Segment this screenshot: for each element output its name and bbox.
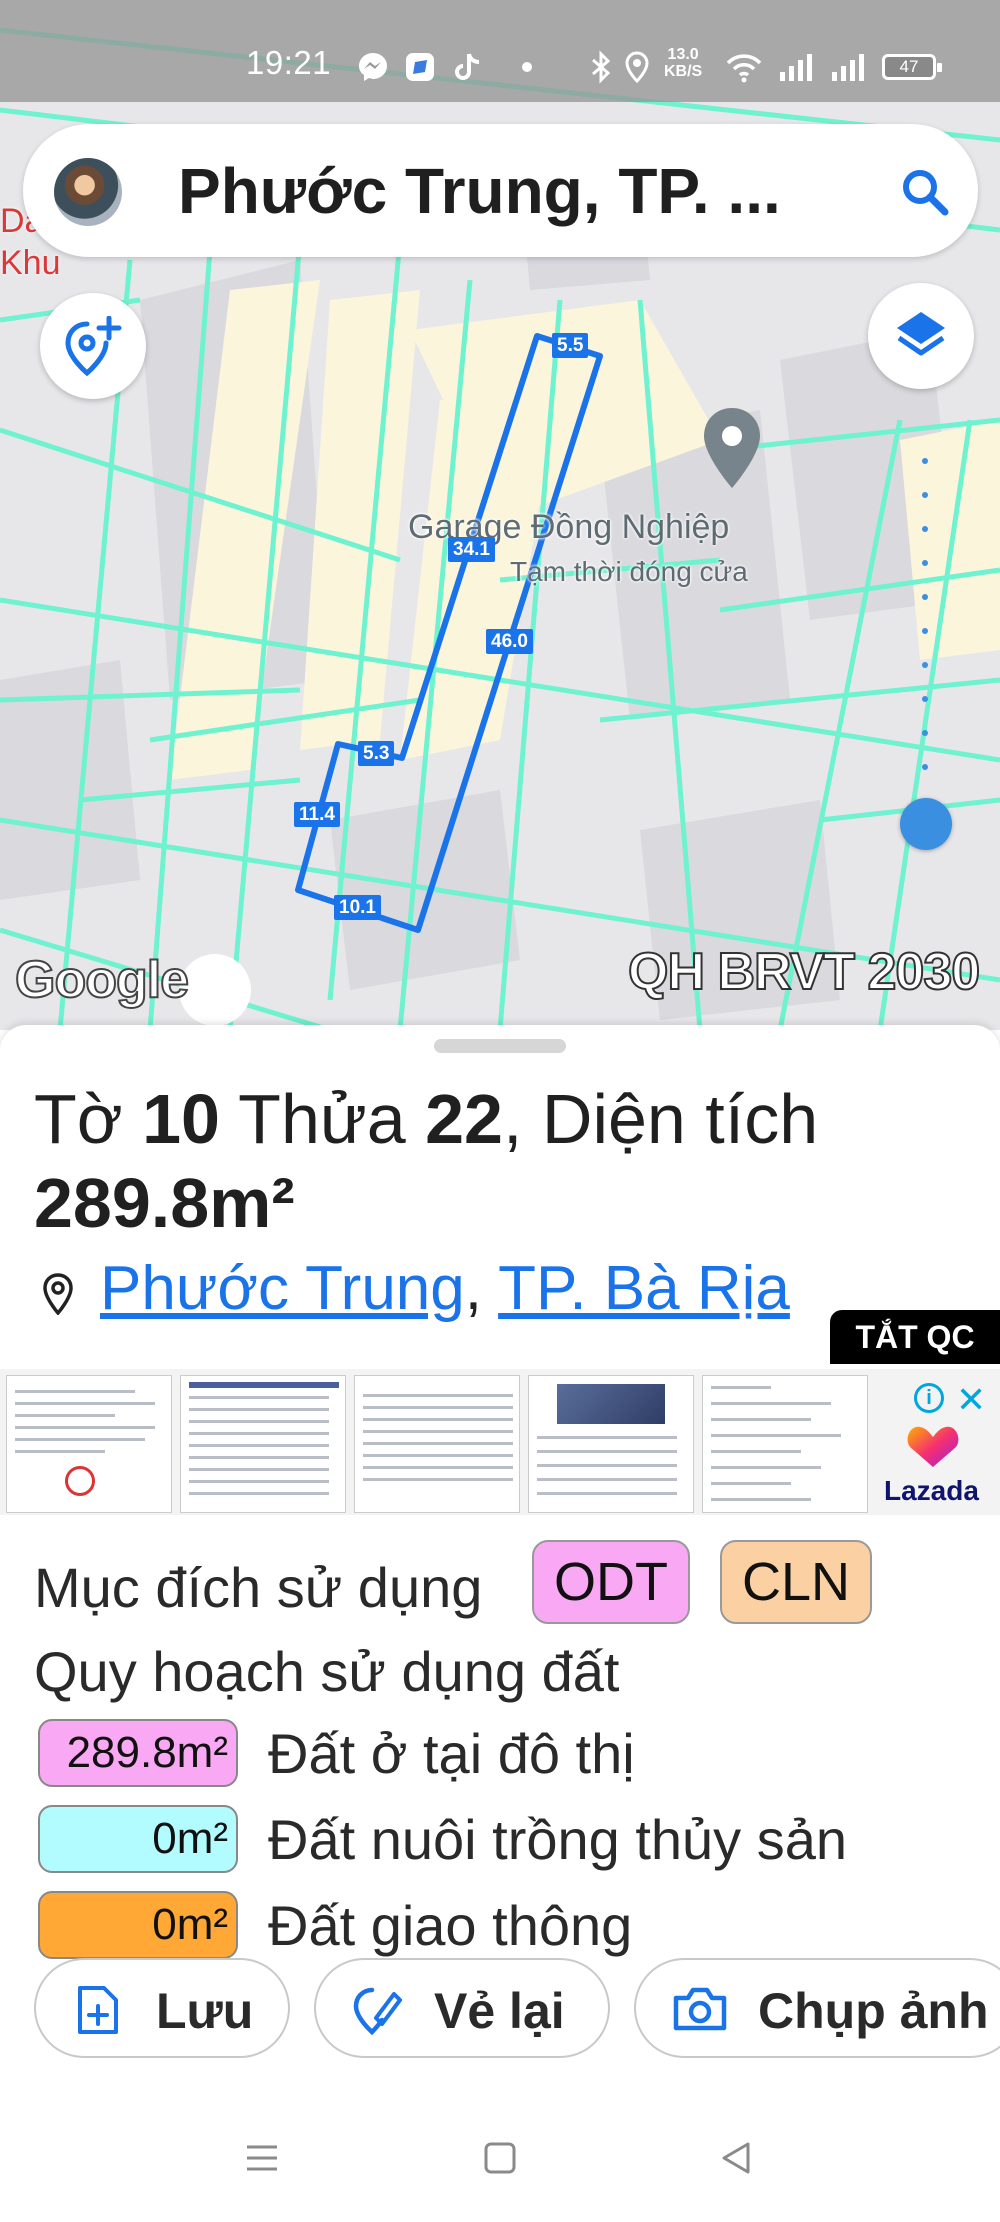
map-view[interactable]: Da Kh Khu Garage Đồng Nghiệp Tạm thời đó… [0,0,1000,1030]
poi-status: Tạm thời đóng cửa [510,556,748,587]
search-bar[interactable]: Phước Trung, TP. ... [23,124,978,257]
redraw-button[interactable]: Vẻ lại [314,1958,610,2058]
save-button[interactable]: Lưu [34,1958,290,2058]
system-nav-bar [0,2110,1000,2222]
ad-info-icon[interactable]: i [914,1383,944,1413]
battery-indicator: 47 [882,54,942,80]
planning-area-box: 0m² [38,1891,238,1959]
ad-thumbnail[interactable] [180,1375,346,1513]
status-bar: 19:21 13.0 KB/S 47 [0,0,1000,102]
dimension-label: 10.1 [334,895,381,920]
action-bar: Lưu Vẻ lại Chụp ảnh [0,1958,1000,2068]
parcel-area: 289.8m² [34,1164,295,1242]
location-pin-icon [43,1273,73,1315]
city-link[interactable]: TP. Bà Rịa [498,1254,790,1323]
tiktok-icon [455,53,480,80]
lazada-brand-text: Lazada [884,1475,979,1506]
dot-icon [522,62,532,72]
status-time: 19:21 [246,44,332,81]
google-logo: Google [14,950,190,1010]
location-icon [625,51,649,84]
parcel-title: Tờ 10 Thửa 22, Diện tích 289.8m² [34,1080,819,1242]
ad-thumbnail[interactable] [354,1375,520,1513]
dimension-label: 5.5 [552,333,589,358]
ad-thumbnail[interactable] [528,1375,694,1513]
search-query[interactable]: Phước Trung, TP. ... [178,154,781,228]
zoom-slider-track[interactable] [922,455,928,785]
ad-banner[interactable]: i ✕ Lazada [0,1369,1000,1515]
close-ad-button[interactable]: TẮT QC [830,1310,1000,1364]
ad-close-icon[interactable]: ✕ [956,1379,986,1421]
dimension-label: 46.0 [486,629,533,654]
lazada-heart-icon [907,1426,959,1467]
capture-button[interactable]: Chụp ảnh [634,1958,1000,2058]
draw-location-icon [353,1987,402,2036]
zoom-slider-handle[interactable] [900,798,952,850]
planning-area-box: 0m² [38,1805,238,1873]
back-icon[interactable] [718,2140,754,2176]
bluetooth-icon [592,50,611,84]
land-use-tag-odt[interactable]: ODT [532,1540,690,1624]
map-layer-name: QH BRVT 2030 [627,942,981,1002]
planning-area-label: Đất nuôi trồng thủy sản [268,1808,848,1871]
layers-button[interactable] [868,283,974,389]
sheet-drag-handle[interactable] [434,1039,566,1053]
planning-area-label: Đất ở tại đô thị [268,1722,635,1785]
ad-thumbnail[interactable] [702,1375,868,1513]
menu-icon[interactable] [244,2140,280,2176]
sheet-number: 10 [142,1080,220,1158]
wifi-icon [726,54,762,83]
avatar[interactable] [54,158,122,226]
dimension-label: 34.1 [448,537,495,562]
planning-label: Quy hoạch sử dụng đất [34,1640,620,1703]
app-icon [406,53,434,81]
land-use-tag-cln[interactable]: CLN [720,1540,873,1624]
add-location-button[interactable] [40,293,146,399]
ward-link[interactable]: Phước Trung [100,1254,465,1323]
planning-area-box: 289.8m² [38,1719,238,1787]
signal-icon [832,54,864,81]
home-icon[interactable] [482,2140,518,2176]
dimension-label: 11.4 [294,802,340,827]
net-speed: 13.0 KB/S [664,46,703,80]
messenger-icon [359,53,387,81]
search-icon[interactable] [899,166,951,218]
map-marker-dot [179,954,251,1026]
signal-icon [780,54,812,81]
dimension-label: 5.3 [358,741,395,766]
purpose-row: Mục đích sử dụng [34,1555,482,1620]
camera-icon [673,1987,727,2031]
ad-thumbnail[interactable] [6,1375,172,1513]
add-file-icon [78,1986,118,2034]
layers-icon [897,312,945,356]
planning-area-label: Đất giao thông [268,1894,633,1957]
purpose-label: Mục đích sử dụng [34,1556,483,1619]
lazada-ad-logo[interactable]: i ✕ Lazada [866,1379,996,1509]
plot-number: 22 [425,1080,503,1158]
add-location-icon [65,316,122,376]
